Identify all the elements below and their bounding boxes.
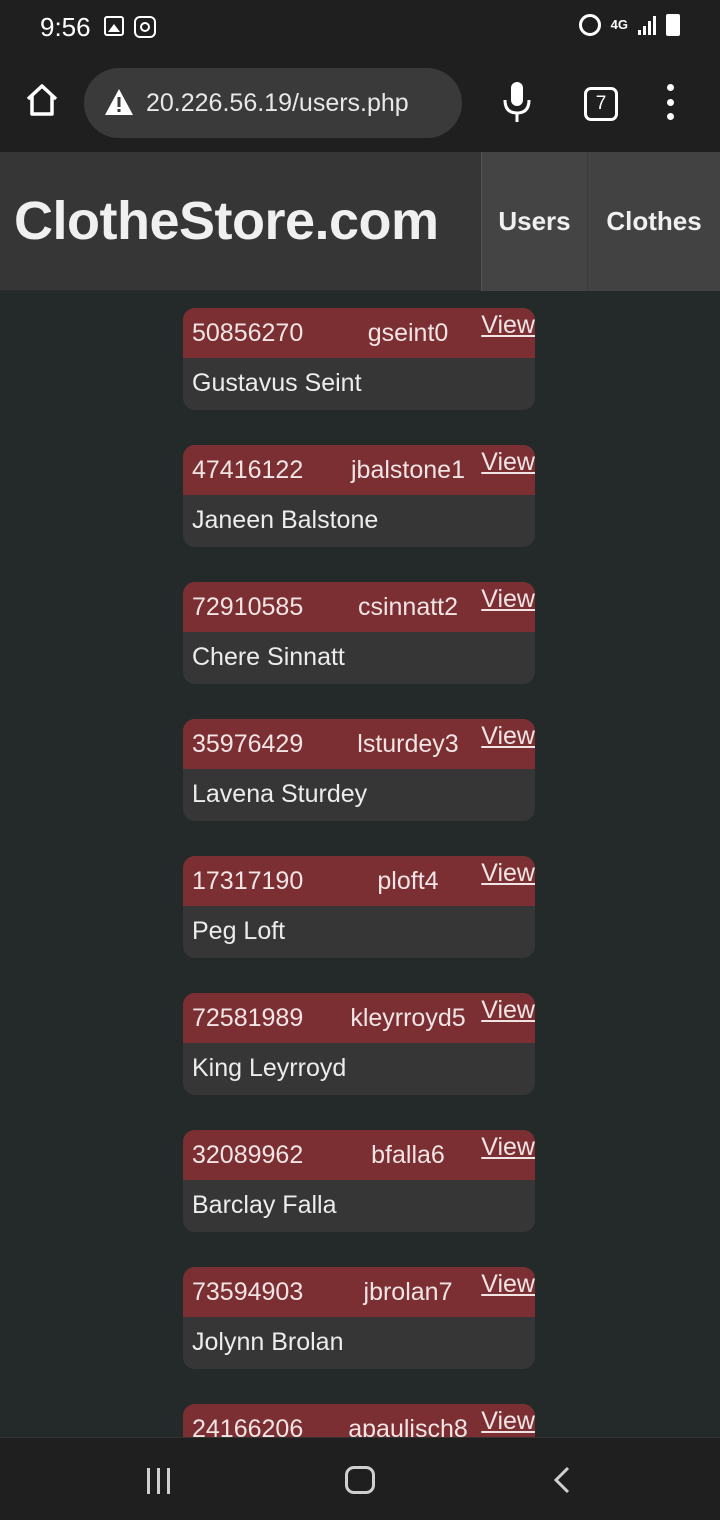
address-bar[interactable]: 20.226.56.19/users.php xyxy=(84,68,462,138)
back-icon[interactable] xyxy=(552,1466,572,1494)
view-link[interactable]: View xyxy=(481,448,535,477)
user-username: gseint0 xyxy=(367,319,449,347)
user-username: bfalla6 xyxy=(371,1141,445,1169)
user-fullname: Jolynn Brolan xyxy=(192,1328,344,1356)
user-card: 32089962 bfalla6 View Barclay Falla xyxy=(183,1130,535,1232)
user-card-header: 32089962 bfalla6 View xyxy=(183,1130,535,1180)
user-card: 72581989 kleyrroyd5 View King Leyrroyd xyxy=(183,993,535,1095)
nav-users[interactable]: Users xyxy=(481,152,587,291)
status-time: 9:56 xyxy=(40,12,91,42)
status-bar: 9:56 4G xyxy=(0,0,720,56)
browser-toolbar: 20.226.56.19/users.php 7 xyxy=(0,56,720,152)
user-id: 24166206 xyxy=(192,1415,304,1437)
user-card: 17317190 ploft4 View Peg Loft xyxy=(183,856,535,958)
recents-icon[interactable] xyxy=(147,1468,170,1494)
user-id: 32089962 xyxy=(192,1141,304,1169)
instagram-icon xyxy=(134,16,156,38)
mic-icon[interactable] xyxy=(500,80,534,124)
alarm-icon xyxy=(578,14,601,36)
user-card-header: 24166206 apaulisch8 View xyxy=(183,1404,535,1437)
notification-icons xyxy=(104,16,156,38)
user-card-header: 72581989 kleyrroyd5 View xyxy=(183,993,535,1043)
user-id: 72910585 xyxy=(192,593,304,621)
user-username: csinnatt2 xyxy=(357,593,459,621)
home-circle-icon[interactable] xyxy=(345,1466,375,1494)
warning-icon[interactable] xyxy=(104,88,134,116)
user-card-header: 72910585 csinnatt2 View xyxy=(183,582,535,632)
user-username: kleyrroyd5 xyxy=(350,1004,466,1032)
user-fullname: King Leyrroyd xyxy=(192,1054,347,1082)
user-id: 35976429 xyxy=(192,730,304,758)
user-card-header: 47416122 jbalstone1 View xyxy=(183,445,535,495)
user-fullname: Barclay Falla xyxy=(192,1191,337,1219)
user-fullname: Gustavus Seint xyxy=(192,369,362,397)
system-status-icons: 4G xyxy=(578,14,680,36)
view-link[interactable]: View xyxy=(481,585,535,614)
view-link[interactable]: View xyxy=(481,1407,535,1436)
battery-charging-icon xyxy=(666,14,680,36)
user-fullname: Lavena Sturdey xyxy=(192,780,368,808)
user-card: 73594903 jbrolan7 View Jolynn Brolan xyxy=(183,1267,535,1369)
signal-icon xyxy=(638,15,656,35)
view-link[interactable]: View xyxy=(481,859,535,888)
user-id: 50856270 xyxy=(192,319,304,347)
user-card-header: 35976429 lsturdey3 View xyxy=(183,719,535,769)
view-link[interactable]: View xyxy=(481,311,535,340)
user-username: apaulisch8 xyxy=(348,1415,468,1437)
network-4g-icon: 4G xyxy=(610,17,628,32)
user-card: 72910585 csinnatt2 View Chere Sinnatt xyxy=(183,582,535,684)
url-text[interactable]: 20.226.56.19/users.php xyxy=(146,89,409,118)
user-card: 35976429 lsturdey3 View Lavena Sturdey xyxy=(183,719,535,821)
gallery-icon xyxy=(104,16,124,36)
user-username: ploft4 xyxy=(377,867,439,895)
user-fullname: Janeen Balstone xyxy=(192,506,379,534)
nav-clothes[interactable]: Clothes xyxy=(587,152,720,291)
user-id: 17317190 xyxy=(192,867,304,895)
user-card-header: 17317190 ploft4 View xyxy=(183,856,535,906)
view-link[interactable]: View xyxy=(481,1133,535,1162)
tabs-icon[interactable]: 7 xyxy=(584,87,618,121)
user-id: 73594903 xyxy=(192,1278,304,1306)
view-link[interactable]: View xyxy=(481,722,535,751)
view-link[interactable]: View xyxy=(481,1270,535,1299)
user-username: jbalstone1 xyxy=(351,456,465,484)
system-nav-bar xyxy=(0,1437,720,1520)
user-username: lsturdey3 xyxy=(357,730,459,758)
user-card-header: 50856270 gseint0 View xyxy=(183,308,535,358)
user-fullname: Chere Sinnatt xyxy=(192,643,345,671)
user-username: jbrolan7 xyxy=(363,1278,453,1306)
more-vert-icon[interactable] xyxy=(664,84,676,120)
view-link[interactable]: View xyxy=(481,996,535,1025)
user-fullname: Peg Loft xyxy=(192,917,286,945)
user-list: 50856270 gseint0 View Gustavus Seint 474… xyxy=(183,308,535,1437)
user-id: 47416122 xyxy=(192,456,304,484)
home-icon[interactable] xyxy=(22,80,62,120)
site-nav: Users Clothes xyxy=(481,152,720,291)
user-id: 72581989 xyxy=(192,1004,304,1032)
user-card: 24166206 apaulisch8 View xyxy=(183,1404,535,1437)
site-logo[interactable]: ClotheStore.com xyxy=(14,190,439,252)
user-card-header: 73594903 jbrolan7 View xyxy=(183,1267,535,1317)
user-card: 47416122 jbalstone1 View Janeen Balstone xyxy=(183,445,535,547)
site-header: ClotheStore.com Users Clothes xyxy=(0,152,720,291)
user-card: 50856270 gseint0 View Gustavus Seint xyxy=(183,308,535,410)
